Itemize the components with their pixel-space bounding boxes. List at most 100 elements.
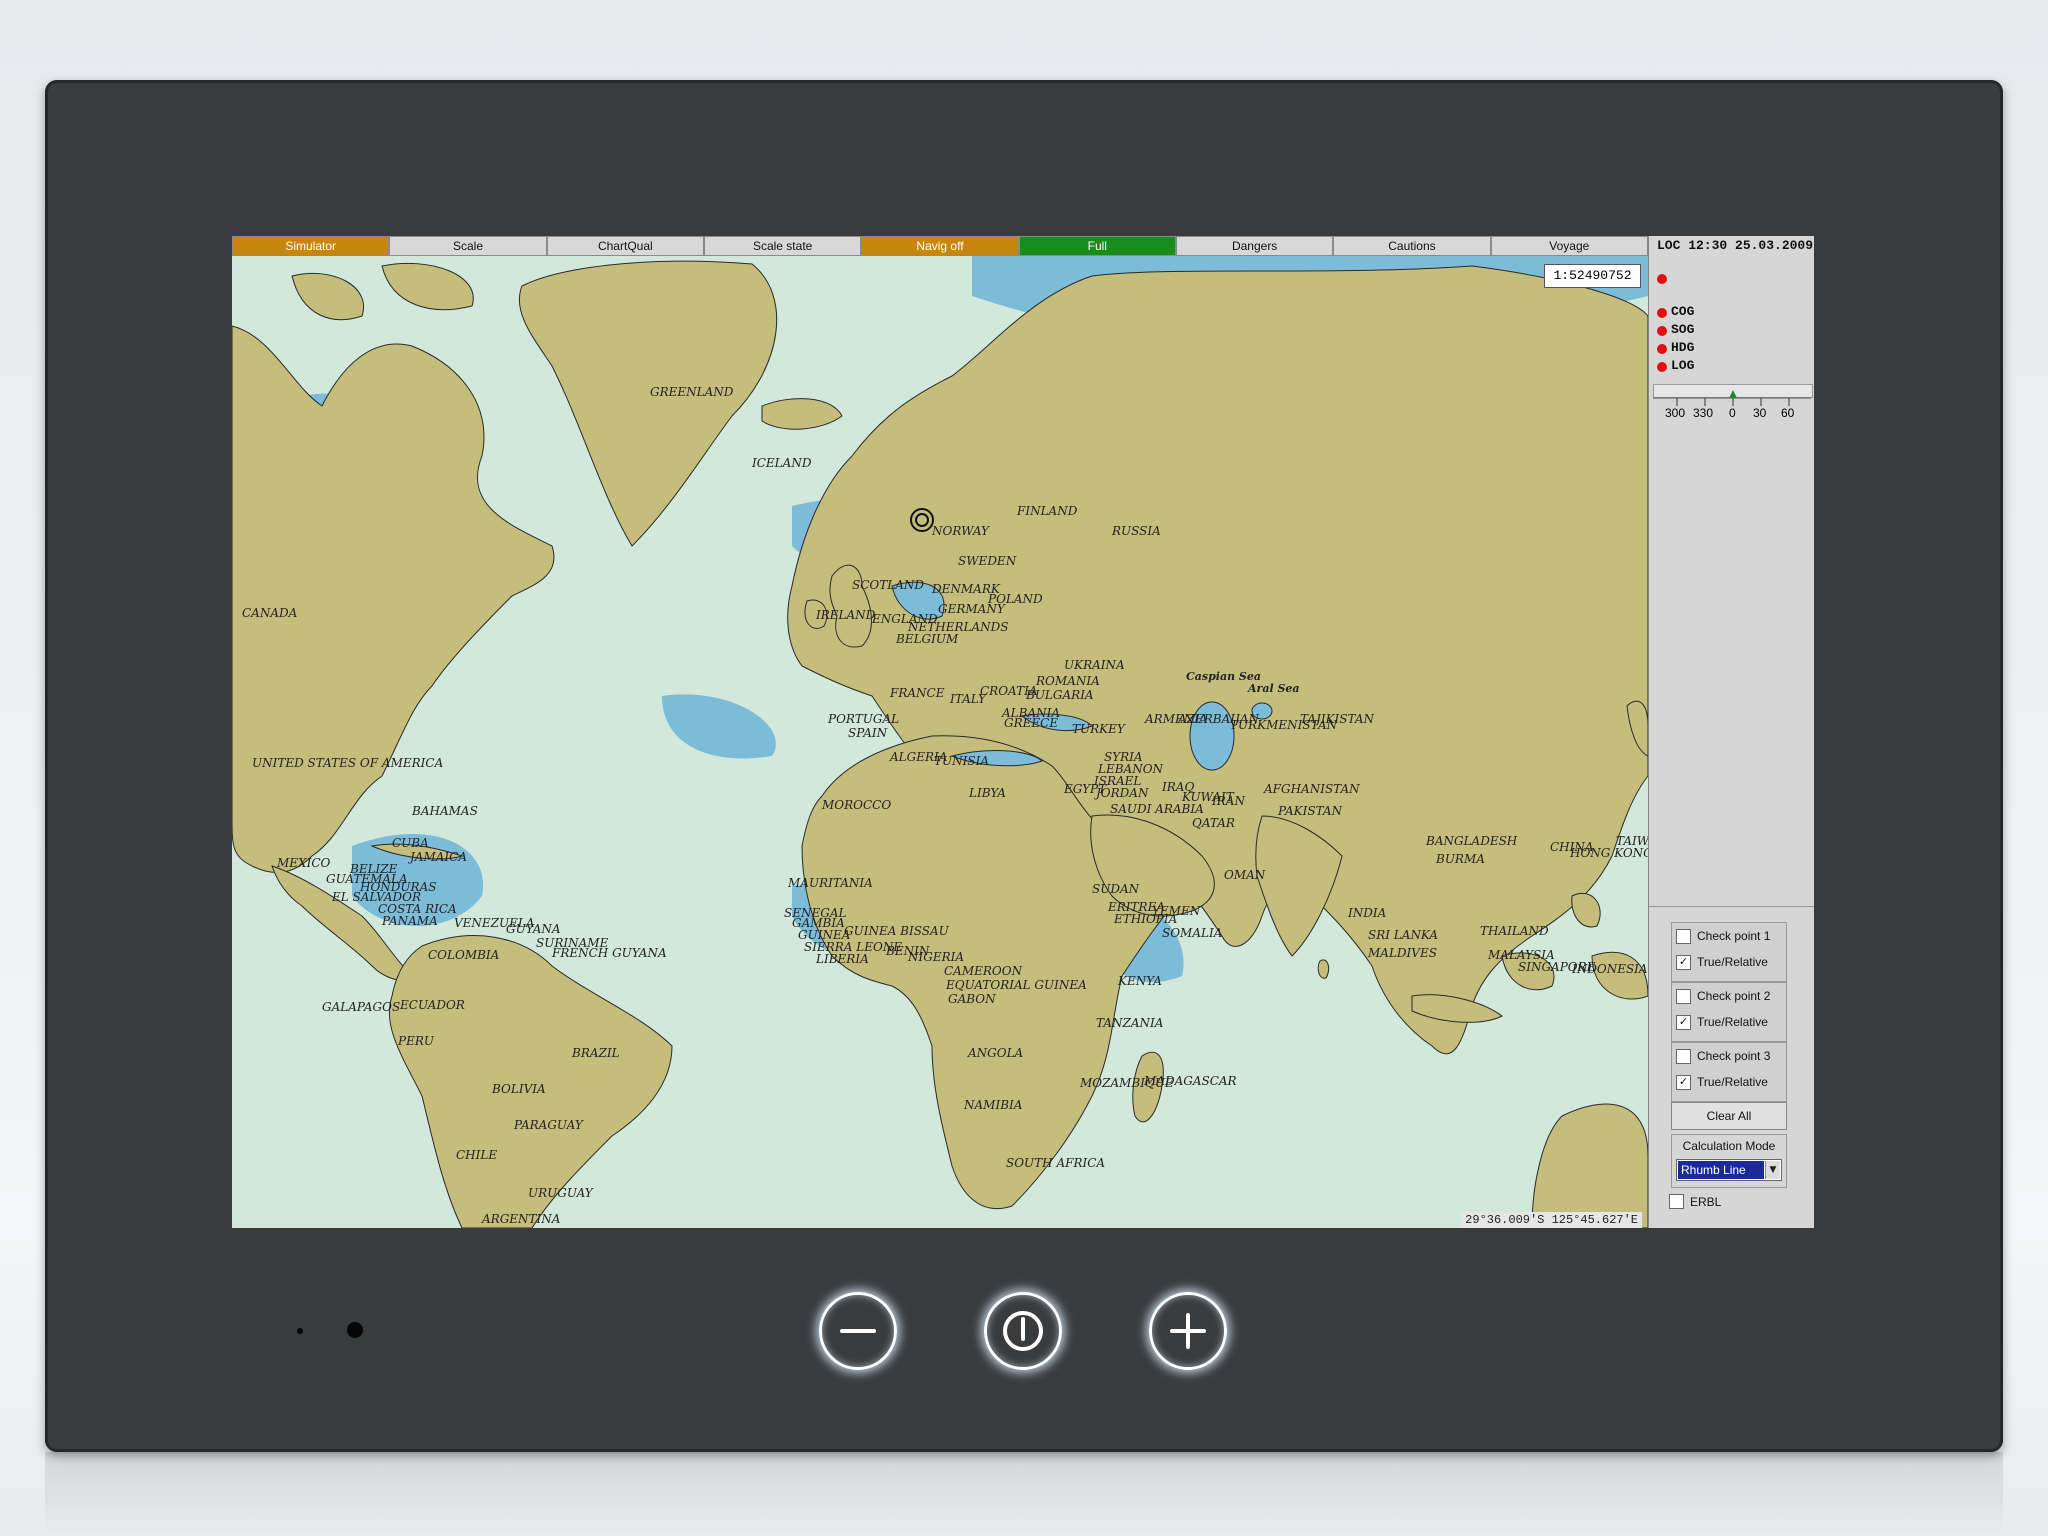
checkbox-checked[interactable]: ✓ (1676, 1014, 1691, 1030)
tab-dangers[interactable]: Dangers (1175, 236, 1334, 256)
map-label: ICELAND (752, 456, 812, 470)
erbl-label: ERBL (1690, 1194, 1722, 1209)
map-label: EGYPT (1064, 782, 1107, 796)
checkbox-checked[interactable]: ✓ (1676, 954, 1691, 970)
sog-label: SOG (1671, 322, 1695, 337)
toolbar: Simulator Scale ChartQual Scale state Na… (232, 236, 1648, 256)
map-label: SUDAN (1092, 882, 1140, 896)
map-label: NORWAY (932, 524, 989, 538)
compass-scale: 300 330 0 30 60 (1653, 386, 1811, 424)
tab-full[interactable]: Full (1018, 236, 1176, 256)
check-point-1-group: Check point 1 ✓ True/Relative (1671, 922, 1787, 982)
map-label: ARGENTINA (482, 1212, 561, 1226)
map-label: GREECE (1004, 716, 1059, 730)
clear-all-button[interactable]: Clear All (1671, 1102, 1787, 1130)
true-relative-1-label: True/Relative (1697, 955, 1768, 969)
chart-map[interactable]: 1:52490752 29°36.009'S 125°45.627'E GREE… (232, 256, 1648, 1228)
calculation-mode-select[interactable]: Rhumb Line ▼ (1676, 1159, 1782, 1181)
map-label: GUINEA BISSAU (844, 924, 949, 938)
map-label: SOMALIA (1162, 926, 1223, 940)
tab-simulator[interactable]: Simulator (232, 236, 390, 256)
map-label: UKRAINA (1064, 658, 1125, 672)
checkbox-checked[interactable]: ✓ (1676, 1074, 1691, 1090)
ecdis-screen: Simulator Scale ChartQual Scale state Na… (232, 236, 1814, 1228)
map-label: IRELAND (816, 608, 876, 622)
map-label: GALAPAGOS (322, 1000, 401, 1014)
map-label: URUGUAY (528, 1186, 593, 1200)
map-label: FRANCE (890, 686, 945, 700)
map-label: FINLAND (1017, 504, 1078, 518)
tab-voyage[interactable]: Voyage (1490, 236, 1648, 256)
map-label: ANGOLA (968, 1046, 1024, 1060)
alarm-indicator (1657, 274, 1667, 284)
chevron-down-icon[interactable]: ▼ (1765, 1161, 1780, 1179)
compass-tick-label: 330 (1693, 406, 1714, 420)
checkbox[interactable] (1676, 988, 1691, 1004)
map-label: KENYA (1118, 974, 1162, 988)
map-label: TURKEY (1072, 722, 1125, 736)
map-label: MALDIVES (1368, 946, 1437, 960)
plus-icon (1170, 1313, 1206, 1349)
true-relative-1[interactable]: ✓ True/Relative (1676, 951, 1768, 973)
sog-status-dot (1657, 326, 1667, 336)
checkbox[interactable] (1669, 1194, 1684, 1209)
minus-icon (840, 1329, 876, 1333)
map-label: ROMANIA (1036, 674, 1100, 688)
map-label: CAMEROON (944, 964, 1023, 978)
tab-navig-off[interactable]: Navig off (861, 236, 1019, 256)
map-label: ECUADOR (400, 998, 465, 1012)
map-label: THAILAND (1480, 924, 1549, 938)
map-label: PERU (398, 1034, 434, 1048)
map-label: BURMA (1436, 852, 1485, 866)
status-panel: LOC 12:30 25.03.2009 COG SOG HDG LOG 300… (1648, 236, 1814, 1228)
erbl-toggle[interactable]: ERBL (1669, 1194, 1721, 1209)
check-point-1[interactable]: Check point 1 (1676, 925, 1770, 947)
map-label: Aral Sea (1248, 682, 1300, 695)
map-label: JAMAICA (410, 850, 468, 864)
true-relative-3[interactable]: ✓ True/Relative (1676, 1071, 1768, 1093)
map-label: TUNISIA (934, 754, 989, 768)
checkbox[interactable] (1676, 928, 1691, 944)
world-map-graphic (232, 256, 1648, 1228)
true-relative-2[interactable]: ✓ True/Relative (1676, 1011, 1768, 1033)
check-point-3-group: Check point 3 ✓ True/Relative (1671, 1042, 1787, 1102)
calculation-mode-label: Calculation Mode (1682, 1139, 1776, 1153)
map-label: BRAZIL (572, 1046, 620, 1060)
map-label: FRENCH GUYANA (552, 946, 667, 960)
map-label: MAURITANIA (788, 876, 873, 890)
true-relative-3-label: True/Relative (1697, 1075, 1768, 1089)
map-label: MADAGASCAR (1144, 1074, 1237, 1088)
checkbox[interactable] (1676, 1048, 1691, 1064)
map-label: LIBERIA (816, 952, 869, 966)
map-label: CHILE (456, 1148, 498, 1162)
map-label: AFGHANISTAN (1264, 782, 1360, 796)
map-label: SPAIN (848, 726, 888, 740)
map-label: CANADA (242, 606, 298, 620)
map-label: PAKISTAN (1278, 804, 1343, 818)
compass-tick-label: 30 (1753, 406, 1767, 420)
zoom-in-button[interactable] (1149, 1292, 1227, 1370)
cog-label: COG (1671, 304, 1695, 319)
map-label: EQUATORIAL GUINEA (946, 978, 1087, 992)
monitor-reflection (45, 1452, 2003, 1536)
check-point-2[interactable]: Check point 2 (1676, 985, 1770, 1007)
map-label: NAMIBIA (964, 1098, 1023, 1112)
camera-lens (347, 1322, 363, 1338)
tab-scale[interactable]: Scale (389, 236, 547, 256)
map-label: GREENLAND (650, 385, 734, 399)
tab-scale-state[interactable]: Scale state (703, 236, 862, 256)
log-status-dot (1657, 362, 1667, 372)
map-label: SAUDI ARABIA (1110, 802, 1204, 816)
compass-tick-label: 60 (1781, 406, 1795, 420)
tab-chartqual[interactable]: ChartQual (546, 236, 704, 256)
check-point-3[interactable]: Check point 3 (1676, 1045, 1770, 1067)
map-label: TANZANIA (1096, 1016, 1164, 1030)
map-label: MOROCCO (822, 798, 892, 812)
hdg-status-dot (1657, 344, 1667, 354)
map-label: SOUTH AFRICA (1006, 1156, 1106, 1170)
map-label: QATAR (1192, 816, 1235, 830)
zoom-out-button[interactable] (819, 1292, 897, 1370)
calculation-mode-value: Rhumb Line (1678, 1161, 1764, 1179)
power-button[interactable] (984, 1292, 1062, 1370)
tab-cautions[interactable]: Cautions (1333, 236, 1491, 256)
